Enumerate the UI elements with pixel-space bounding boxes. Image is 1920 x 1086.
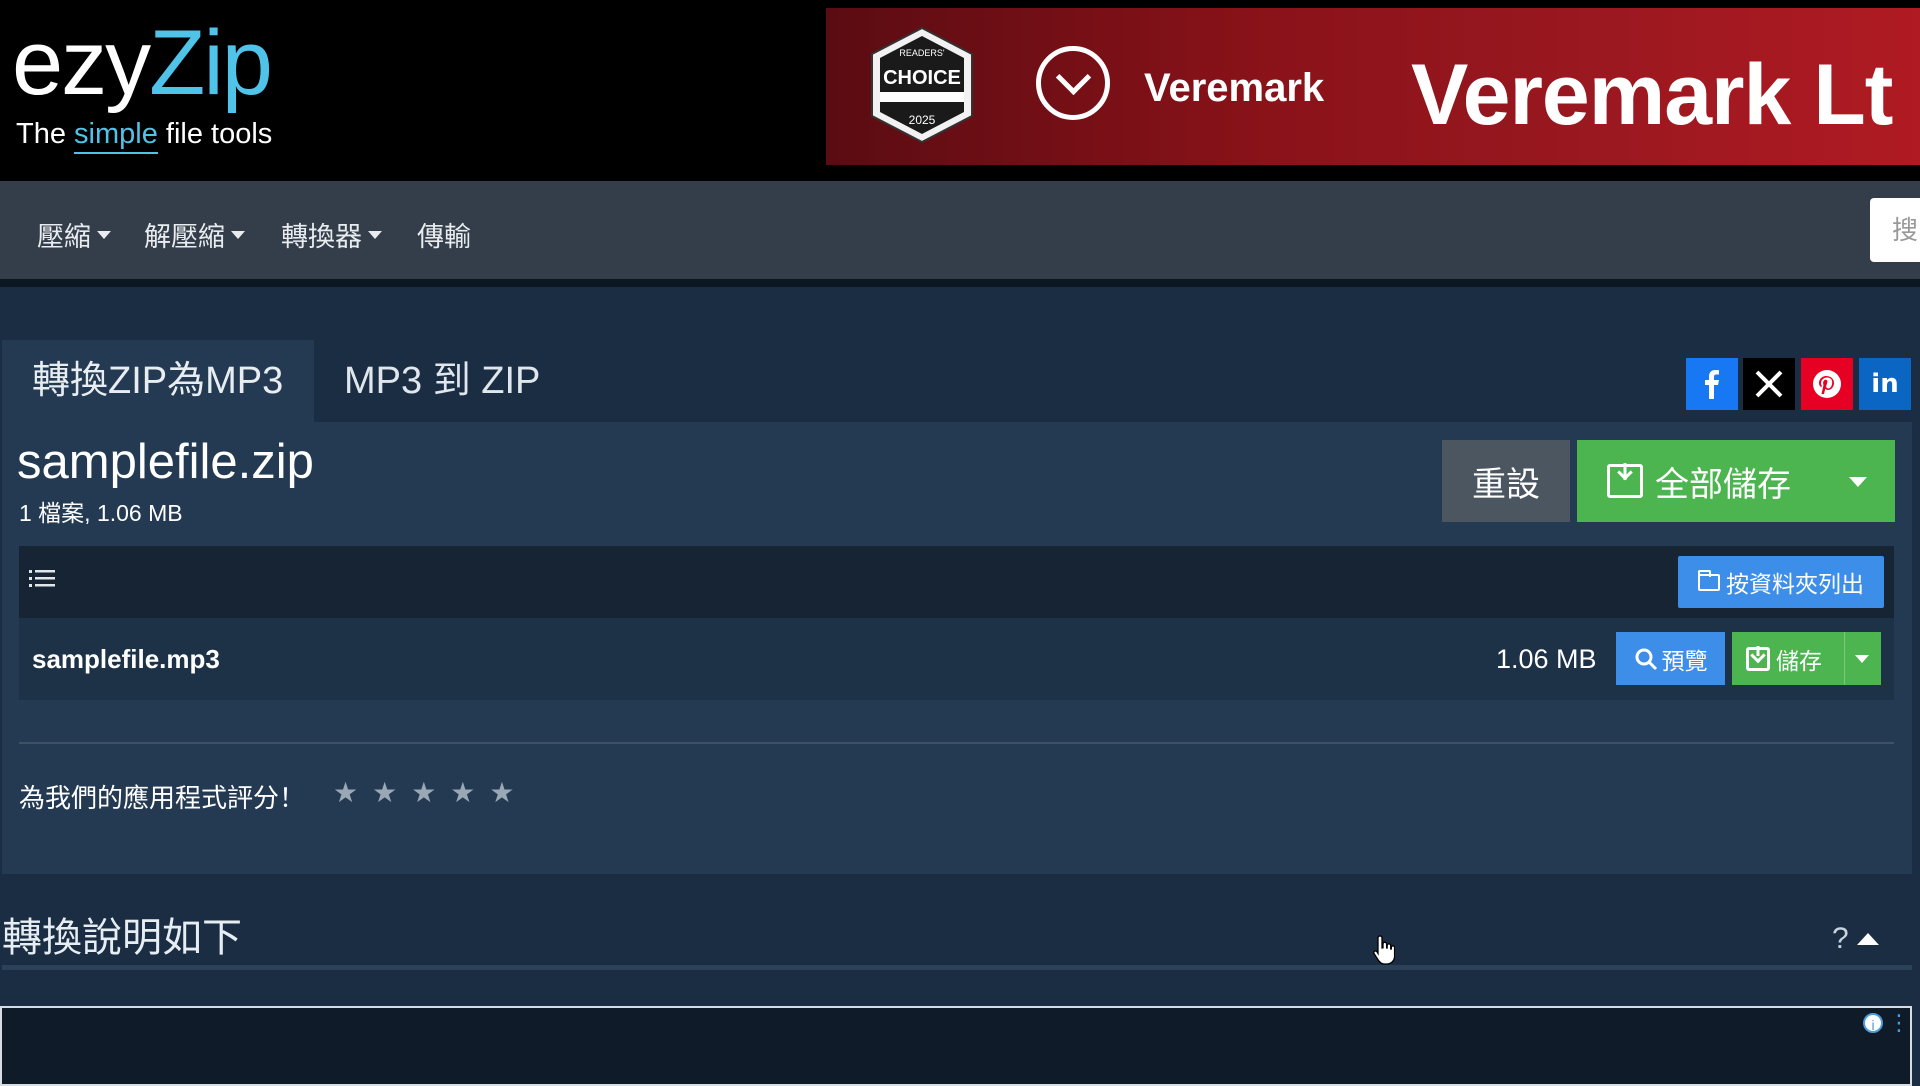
save-file-button[interactable]: 儲存	[1732, 632, 1881, 685]
chevron-down-icon[interactable]	[1849, 477, 1867, 487]
file-name: samplefile.mp3	[32, 644, 220, 674]
split-divider	[1844, 632, 1845, 685]
archive-file-meta: 1 檔案, 1.06 MB	[19, 500, 183, 526]
download-icon	[1746, 646, 1770, 671]
bottom-ad-slot[interactable]: i ⋮	[0, 1006, 1912, 1086]
chevron-down-icon	[368, 230, 382, 239]
tab-zip-to-mp3[interactable]: 轉換ZIP為MP3	[2, 340, 314, 422]
top-ad-banner[interactable]: READERS' CHOICE 2025 Veremark Veremark L…	[826, 8, 1920, 165]
chevron-up-icon	[1856, 933, 1879, 945]
nav-item-decompress[interactable]: 解壓縮	[144, 215, 245, 254]
svg-text:READERS': READERS'	[899, 48, 945, 58]
logo-wordmark: ezyZip	[12, 12, 273, 114]
pinterest-icon	[1813, 370, 1841, 398]
rating-label: 為我們的應用程式評分！	[19, 783, 306, 813]
help-icon: ?	[1832, 922, 1849, 955]
tab-mp3-to-zip[interactable]: MP3 到 ZIP	[314, 340, 570, 422]
site-logo[interactable]: ezyZip The simple file tools	[12, 10, 312, 160]
save-all-button[interactable]: 全部儲存	[1577, 440, 1895, 522]
search-icon	[1635, 648, 1657, 670]
archive-file-name: samplefile.zip	[17, 435, 314, 489]
facebook-share-button[interactable]	[1686, 358, 1738, 410]
facebook-icon	[1705, 370, 1719, 399]
check-circle-icon	[1036, 46, 1110, 120]
help-divider	[2, 965, 1912, 970]
preview-button[interactable]: 預覽	[1616, 632, 1725, 685]
linkedin-icon: in	[1871, 369, 1899, 399]
x-icon	[1755, 370, 1783, 398]
download-icon	[1607, 464, 1643, 498]
ad-brand-small: Veremark	[1144, 66, 1325, 110]
site-header: ezyZip The simple file tools READERS' CH…	[0, 0, 1920, 181]
search-input[interactable]: 搜	[1870, 198, 1920, 262]
nav-item-compress[interactable]: 壓縮	[37, 215, 111, 254]
chevron-down-icon[interactable]	[1855, 655, 1869, 663]
svg-text:CHOICE: CHOICE	[883, 67, 961, 89]
help-collapse-toggle[interactable]: ?	[1832, 922, 1879, 956]
pinterest-share-button[interactable]	[1801, 358, 1853, 410]
folder-icon	[1698, 569, 1720, 591]
more-options-icon[interactable]: ⋮	[1888, 1012, 1910, 1036]
section-divider	[19, 742, 1894, 744]
help-section-title: 轉換說明如下	[2, 916, 242, 960]
ad-brand-big: Veremark Lt	[1411, 47, 1893, 143]
linkedin-share-button[interactable]: in	[1859, 358, 1911, 410]
logo-tagline: The simple file tools	[16, 118, 272, 154]
file-size: 1.06 MB	[1496, 644, 1597, 674]
hand-cursor-icon	[1373, 935, 1395, 965]
star-rating[interactable]: ★★★★★	[333, 776, 529, 809]
file-row: samplefile.mp3 1.06 MB 預覽 儲存	[19, 618, 1894, 700]
main-nav: 壓縮 解壓縮 轉換器 傳輸 搜	[0, 181, 1920, 287]
reset-button[interactable]: 重設	[1442, 440, 1570, 522]
list-by-folder-button[interactable]: 按資料夾列出	[1678, 556, 1884, 608]
nav-item-transfer[interactable]: 傳輸	[417, 215, 471, 254]
nav-item-converter[interactable]: 轉換器	[281, 215, 382, 254]
x-share-button[interactable]	[1743, 358, 1795, 410]
readers-choice-badge-icon: READERS' CHOICE 2025	[871, 26, 973, 144]
file-list-toolbar: 按資料夾列出	[19, 546, 1894, 618]
list-icon[interactable]	[29, 568, 55, 590]
chevron-down-icon	[231, 230, 245, 239]
svg-text:2025: 2025	[909, 113, 936, 127]
ad-info-icon[interactable]: i	[1863, 1013, 1883, 1033]
chevron-down-icon	[97, 230, 111, 239]
